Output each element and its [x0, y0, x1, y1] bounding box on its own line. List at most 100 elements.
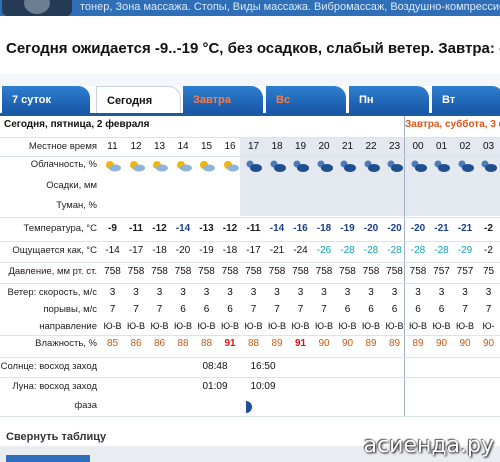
humidity-cell: 90 [318, 338, 330, 349]
temperature-cell: -14 [269, 223, 285, 234]
hours-cell: 00 [412, 141, 424, 152]
moon-phase-icon [240, 401, 252, 413]
gusts-cell: 7 [485, 304, 492, 315]
watermark: асиенда.ру [363, 433, 494, 458]
temperature-cell: -11 [129, 223, 143, 234]
wind_speed-cell: 3 [156, 287, 163, 298]
pressure-cell: 758 [409, 266, 427, 277]
row-divider [0, 262, 500, 263]
wind_speed-cell: 3 [368, 287, 374, 298]
direction-cell: Ю-В [432, 321, 451, 331]
tab-2[interactable]: Завтра [183, 86, 263, 114]
wind_speed-cell: 3 [180, 287, 186, 298]
day-header-today: Сегодня, пятница, 2 февраля [4, 119, 150, 130]
wind_speed-cell: 3 [415, 287, 421, 298]
gusts-cell: 7 [297, 304, 304, 315]
gusts-cell: 7 [250, 304, 257, 315]
temperature-cell: -12 [222, 223, 238, 234]
humidity-cell: 91 [294, 338, 307, 349]
direction-cell: Ю-В [220, 321, 240, 331]
wind_speed-cell: 3 [321, 287, 327, 298]
row-label-sun: Солнце: восход заход [0, 361, 97, 372]
temperature-cell: -12 [152, 223, 167, 234]
wind_speed-cell: 3 [438, 287, 445, 298]
pressure-cell: 757 [433, 266, 450, 277]
hours-cell: 03 [482, 141, 495, 152]
banner-text[interactable]: тонер, Зона массажа. Стопы, Виды массажа… [80, 1, 500, 13]
row-divider [0, 357, 500, 358]
direction-cell: Ю-В [150, 321, 169, 331]
direction-cell: Ю-В [244, 321, 263, 331]
direction-cell: Ю-В [338, 321, 357, 331]
pressure-cell: 758 [221, 266, 239, 277]
wind_speed-cell: 3 [203, 287, 210, 298]
hours-cell: 12 [130, 141, 142, 152]
gusts-cell: 7 [462, 304, 468, 315]
row-label-fog: Туман, % [56, 200, 97, 211]
row-divider [0, 217, 500, 218]
row-label-pressure: Давление, мм рт. ст. [8, 266, 97, 277]
feels_like-cell: -14 [105, 245, 120, 256]
collapse-table-link[interactable]: Свернуть таблицу [6, 431, 106, 443]
temperature-cell: -18 [316, 223, 332, 234]
moon-set-time: 10:09 [250, 381, 276, 392]
row-label-gusts: порывы, м/с [43, 304, 97, 315]
pressure-cell: 758 [386, 266, 403, 277]
moon-cloud-icon [434, 160, 450, 172]
hours-cell: 16 [224, 141, 236, 152]
feels_like-cell: -28 [410, 245, 426, 256]
hours-cell: 20 [318, 141, 330, 152]
tab-3[interactable]: Вс [266, 86, 346, 114]
moon-cloud-icon [317, 160, 333, 172]
hours-cell: 13 [153, 141, 166, 152]
humidity-cell: 88 [247, 338, 260, 349]
wind_speed-cell: 3 [462, 287, 468, 298]
gusts-cell: 6 [368, 304, 374, 315]
hours-cell: 15 [200, 141, 213, 152]
temperature-cell: -21 [434, 223, 449, 234]
row-label-feels: Ощущается как, °C [12, 245, 97, 256]
wind_speed-cell: 3 [133, 287, 139, 298]
day-tabs: 7 суток Сегодня Завтра Вс Пн Вт [0, 86, 500, 114]
bottom-button[interactable] [6, 455, 90, 462]
row-label-phase: фаза [74, 400, 97, 411]
pressure-cell: 758 [362, 266, 380, 277]
direction-cell: Ю-В [408, 321, 428, 331]
humidity-cell: 88 [200, 338, 213, 349]
banner-thumbnail[interactable] [2, 0, 72, 16]
sun-cloud-icon [106, 161, 121, 172]
sun-cloud-icon [223, 161, 239, 172]
humidity-cell: 90 [435, 338, 448, 349]
forecast-summary: Сегодня ожидается -9..-19 °C, без осадко… [6, 40, 500, 57]
row-label-cloud: Облачность, % [30, 159, 97, 170]
direction-cell: Ю-В [385, 321, 404, 331]
gusts-cell: 6 [180, 304, 186, 315]
row-divider [0, 335, 500, 336]
feels_like-cell: -18 [152, 245, 167, 256]
feels_like-cell: -28 [434, 245, 449, 256]
gusts-cell: 6 [227, 304, 233, 315]
tab-4[interactable]: Пн [349, 86, 429, 114]
gusts-cell: 6 [344, 304, 351, 315]
feels_like-cell: -21 [269, 245, 285, 256]
moon-cloud-icon [364, 160, 380, 172]
row-divider [0, 241, 500, 242]
tab-5[interactable]: Вт [432, 86, 500, 114]
moon-cloud-icon [293, 160, 309, 172]
hours-cell: 21 [341, 141, 354, 152]
temperature-cell: -2 [484, 223, 493, 234]
humidity-cell: 90 [459, 338, 471, 349]
tab-0[interactable]: 7 суток [2, 86, 90, 114]
humidity-cell: 90 [482, 338, 495, 349]
pressure-cell: 75 [482, 266, 495, 277]
wind_speed-cell: 3 [485, 287, 492, 298]
row-label-time: Местное время [28, 141, 97, 152]
pressure-cell: 758 [268, 266, 286, 277]
wind_speed-cell: 3 [227, 287, 233, 298]
row-divider [0, 137, 500, 138]
pressure-cell: 758 [127, 266, 145, 277]
tab-1[interactable]: Сегодня [96, 86, 181, 114]
row-label-direction: направление [39, 321, 97, 332]
feels_like-cell: -26 [316, 245, 332, 256]
feels_like-cell: -17 [128, 245, 144, 256]
